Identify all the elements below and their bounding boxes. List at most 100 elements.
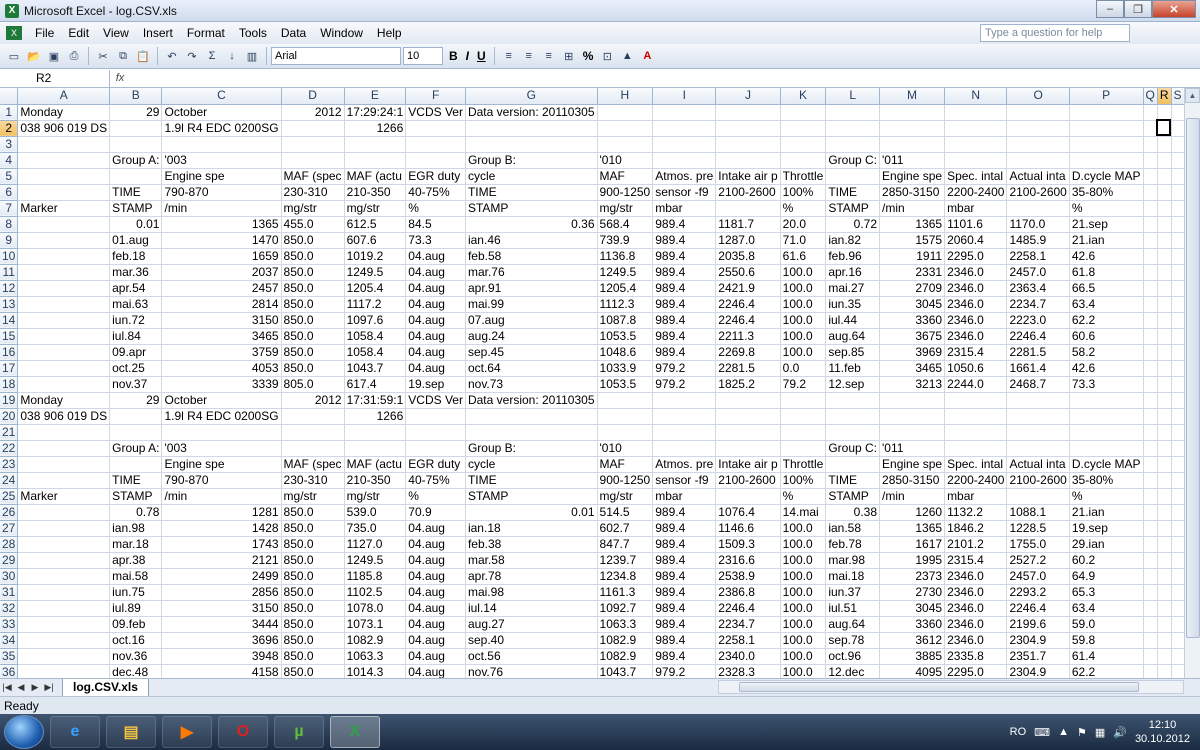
row-header[interactable]: 3 [0,136,19,153]
column-header-i[interactable]: I [652,88,717,105]
cell[interactable]: 59.8 [1069,632,1144,649]
cell[interactable] [17,376,111,393]
paste-icon[interactable]: 📋 [134,47,152,65]
menu-edit[interactable]: Edit [61,22,96,44]
cell[interactable]: 14.mai [780,504,827,521]
cell[interactable]: 04.aug [405,552,466,569]
cell[interactable]: TIME [109,184,163,201]
cell[interactable]: 2012 [281,392,345,409]
cell[interactable] [1143,648,1158,665]
cell[interactable] [1171,440,1184,457]
cell[interactable] [1157,408,1172,425]
cell[interactable] [17,504,111,521]
cell[interactable] [715,440,781,457]
cell[interactable] [1157,296,1172,313]
cell[interactable] [1143,632,1158,649]
opera-icon[interactable]: O [218,716,268,748]
cell[interactable] [597,408,654,425]
cell[interactable]: 2421.9 [715,280,781,297]
cell[interactable]: October [161,104,282,121]
cell[interactable]: 989.4 [652,216,717,233]
worksheet-grid[interactable]: ABCDEFGHIJKLMNOPQRS 1 Monday 29 October 2012… [0,88,1184,678]
volume-icon[interactable]: 🔊 [1113,726,1127,739]
cell[interactable] [780,392,827,409]
cell[interactable]: 2244.0 [944,376,1008,393]
cell[interactable] [944,152,1008,169]
cell[interactable]: 58.2 [1069,344,1144,361]
media-player-icon[interactable]: ▶ [162,716,212,748]
cell[interactable]: 04.aug [405,360,466,377]
cell[interactable]: iul.84 [109,328,163,345]
show-hidden-icons-icon[interactable]: ▲ [1058,726,1069,738]
cell[interactable]: 2468.7 [1006,376,1070,393]
cell[interactable]: 2281.5 [1006,344,1070,361]
cell[interactable] [1143,264,1158,281]
cell[interactable] [1143,600,1158,617]
cell[interactable]: 1287.0 [715,232,781,249]
cell[interactable] [1157,184,1172,201]
cell[interactable] [715,136,781,153]
cell[interactable] [715,488,781,505]
cell[interactable] [17,424,111,441]
cell[interactable]: TIME [465,184,598,201]
cell[interactable] [1157,152,1172,169]
cell[interactable]: 60.6 [1069,328,1144,345]
cell[interactable]: 1239.7 [597,552,654,569]
horizontal-scroll-thumb[interactable] [739,682,1139,692]
cell[interactable] [17,568,111,585]
cell[interactable]: 850.0 [281,296,345,313]
cell[interactable]: /min [879,200,946,217]
cell[interactable]: 1082.9 [344,632,407,649]
excel-app-icon[interactable]: X [5,3,19,18]
cell[interactable]: Atmos. pre [652,168,717,185]
cell[interactable]: 2346.0 [944,264,1008,281]
cell[interactable]: Engine spe [161,168,282,185]
cell[interactable]: 1281 [161,504,282,521]
cell[interactable] [109,168,163,185]
cell[interactable]: 1485.9 [1006,232,1070,249]
menu-window[interactable]: Window [313,22,370,44]
vertical-scroll-thumb[interactable] [1186,118,1200,638]
cell[interactable]: 61.4 [1069,648,1144,665]
cell[interactable]: 989.4 [652,552,717,569]
cell[interactable] [17,152,111,169]
cell[interactable]: STAMP [465,488,598,505]
column-header-g[interactable]: G [465,88,598,105]
cell[interactable]: Spec. intal [944,456,1008,473]
cell[interactable]: aug.24 [465,328,598,345]
cell[interactable] [1171,488,1184,505]
cell[interactable]: Group B: [465,440,598,457]
cell[interactable]: Group C: [825,152,881,169]
cell[interactable]: sensor -f9 [652,184,717,201]
cell[interactable]: sensor -f9 [652,472,717,489]
cell[interactable] [780,408,827,425]
row-header[interactable]: 28 [0,536,19,553]
cell[interactable]: ian.98 [109,520,163,537]
cell[interactable]: 1617 [879,536,946,553]
cell[interactable] [597,120,654,137]
cell[interactable]: 73.3 [1069,376,1144,393]
cell[interactable]: oct.25 [109,360,163,377]
row-header[interactable]: 34 [0,632,19,649]
cell[interactable]: 04.aug [405,600,466,617]
cell[interactable]: aug.64 [825,328,881,345]
cell[interactable]: 790-870 [161,472,282,489]
cell[interactable]: Group B: [465,152,598,169]
cell[interactable]: 1661.4 [1006,360,1070,377]
cell[interactable]: iun.35 [825,296,881,313]
cell[interactable]: 2293.2 [1006,584,1070,601]
cell[interactable]: 100.0 [780,600,827,617]
cell[interactable]: '011 [879,440,946,457]
cell[interactable]: 1743 [161,536,282,553]
cell[interactable] [1157,552,1172,569]
cell[interactable]: 1112.3 [597,296,654,313]
cell[interactable]: 1249.5 [344,264,407,281]
cell[interactable]: 2346.0 [944,296,1008,313]
cell[interactable] [17,472,111,489]
cell[interactable]: Atmos. pre [652,456,717,473]
fill-color-icon[interactable]: ▲ [618,47,636,65]
redo-icon[interactable]: ↷ [183,47,201,65]
menu-insert[interactable]: Insert [136,22,180,44]
cell[interactable] [1143,536,1158,553]
cell[interactable] [1157,504,1172,521]
